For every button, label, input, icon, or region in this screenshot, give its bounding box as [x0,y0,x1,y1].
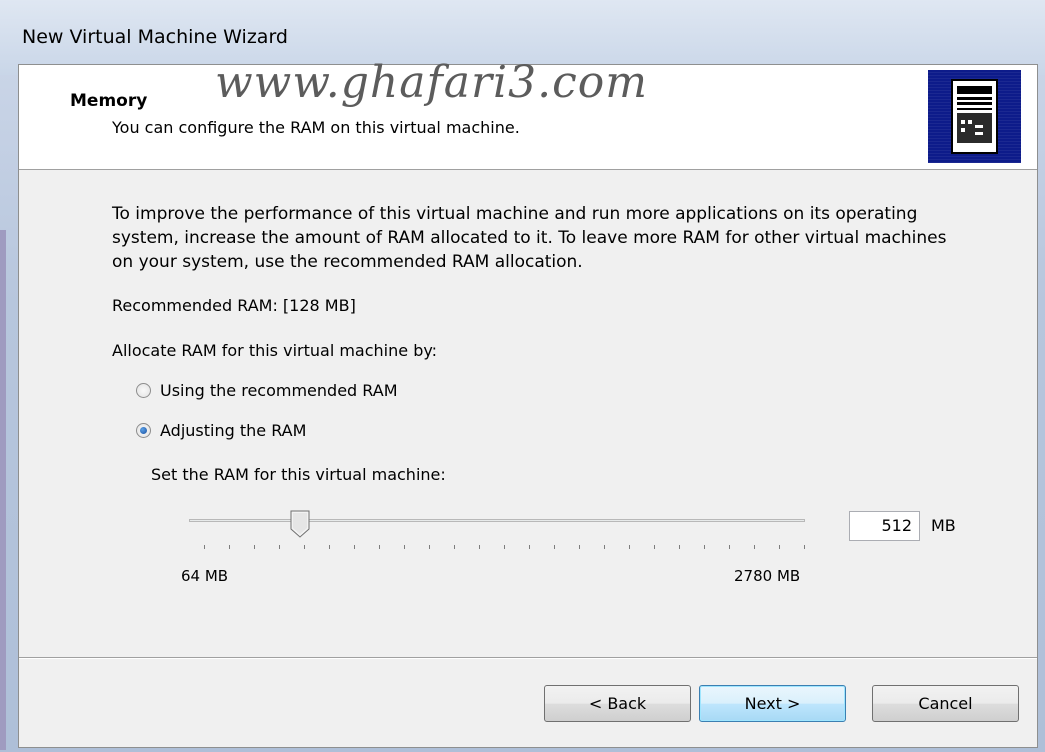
wizard-header: Memory You can configure the RAM on this… [19,57,1037,170]
slider-track[interactable] [189,519,805,522]
slider-tick [429,545,430,549]
radio-recommended-label: Using the recommended RAM [160,381,398,400]
slider-tick [654,545,655,549]
set-ram-label: Set the RAM for this virtual machine: [151,465,446,484]
slider-tick [229,545,230,549]
description-text: To improve the performance of this virtu… [112,204,947,272]
window-frame: New Virtual Machine Wizard Memory You ca… [0,0,1045,752]
watermark-text: www.ghafari3.com [215,57,648,108]
slider-tick [679,545,680,549]
slider-tick [729,545,730,549]
radio-adjust-label: Adjusting the RAM [160,421,307,440]
slider-ticks [204,545,805,555]
ram-slider[interactable] [189,510,807,560]
ram-unit-label: MB [931,516,956,535]
radio-recommended-ram[interactable]: Using the recommended RAM [136,381,398,400]
slider-tick [629,545,630,549]
slider-tick [479,545,480,549]
server-tower-icon [928,70,1021,163]
slider-tick [329,545,330,549]
window-title: New Virtual Machine Wizard [22,26,288,48]
next-button[interactable]: Next > [699,685,846,722]
slider-tick [804,545,805,549]
slider-tick [529,545,530,549]
slider-max-label: 2780 MB [734,567,801,585]
slider-tick [454,545,455,549]
slider-tick [354,545,355,549]
slider-tick [404,545,405,549]
ram-value-input[interactable]: 512 [849,511,920,541]
slider-thumb[interactable] [290,510,310,538]
slider-tick [254,545,255,549]
page-subtitle: You can configure the RAM on this virtua… [112,118,520,137]
slider-tick [579,545,580,549]
slider-tick [204,545,205,549]
slider-tick [279,545,280,549]
slider-tick [604,545,605,549]
cancel-button[interactable]: Cancel [872,685,1019,722]
slider-tick [304,545,305,549]
allocate-label: Allocate RAM for this virtual machine by… [112,341,438,360]
recommended-ram-text: Recommended RAM: [128 MB] [112,296,356,315]
wizard-dialog: Memory You can configure the RAM on this… [18,57,1038,748]
page-title: Memory [70,91,148,111]
radio-unchecked-icon[interactable] [136,383,151,398]
slider-tick [704,545,705,549]
radio-adjust-ram[interactable]: Adjusting the RAM [136,421,306,440]
slider-tick [554,545,555,549]
back-button[interactable]: < Back [544,685,691,722]
slider-tick [754,545,755,549]
footer-divider [19,657,1037,659]
background-window-edge [0,230,6,750]
slider-min-label: 64 MB [181,567,229,585]
slider-tick [379,545,380,549]
radio-checked-icon[interactable] [136,423,151,438]
slider-tick [779,545,780,549]
slider-tick [504,545,505,549]
